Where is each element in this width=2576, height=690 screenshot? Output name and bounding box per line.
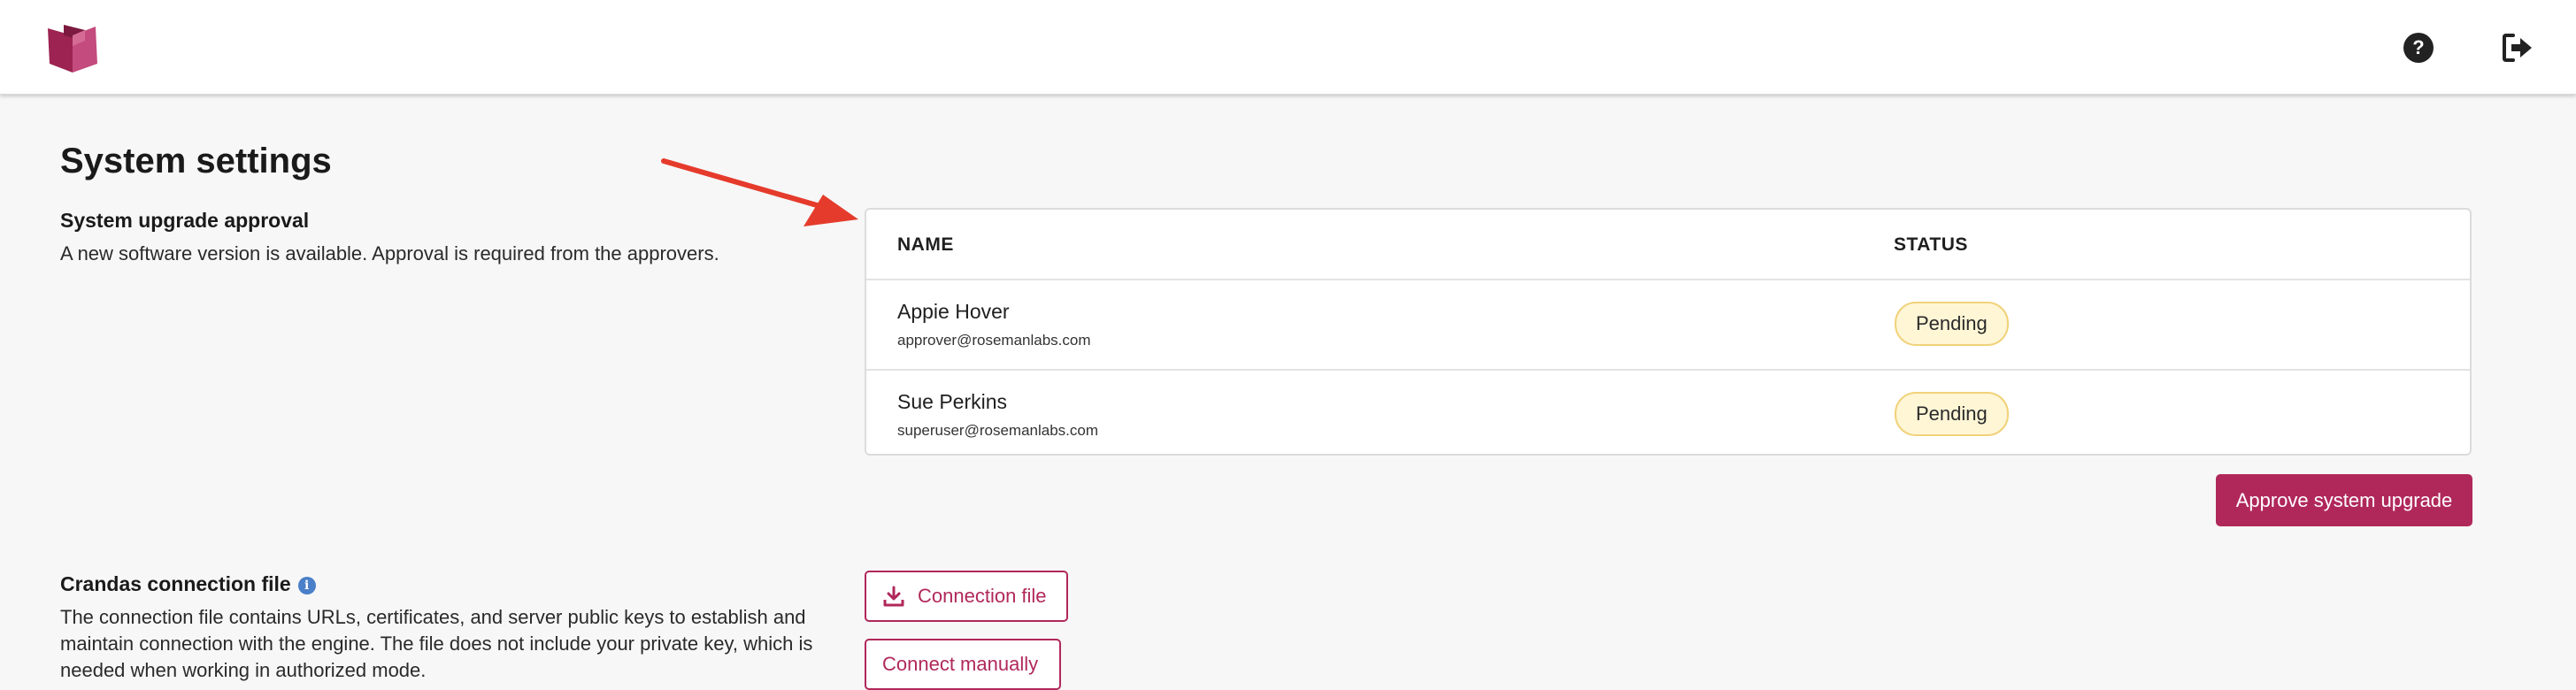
help-circle-icon[interactable]: ? (2401, 30, 2436, 65)
connection-section-title: Crandas connection file i (60, 572, 316, 596)
connection-file-button-label: Connection file (918, 585, 1047, 607)
upgrade-section-description: A new software version is available. App… (60, 242, 719, 264)
approvers-table: NAME STATUS Appie Hover approver@roseman… (865, 208, 2472, 456)
info-icon[interactable]: i (297, 577, 316, 594)
annotation-arrow-icon (661, 158, 858, 226)
status-badge: Pending (1895, 392, 2009, 436)
svg-text:?: ? (2412, 36, 2424, 58)
connection-description-line: The connection file contains URLs, certi… (60, 606, 806, 628)
connect-manually-button[interactable]: Connect manually (865, 639, 1061, 690)
connection-description-line: maintain connection with the engine. The… (60, 632, 813, 655)
connection-file-button[interactable]: Connection file (865, 571, 1068, 622)
logout-icon[interactable] (2500, 30, 2535, 65)
book-logo-icon[interactable] (46, 23, 99, 74)
download-icon (882, 585, 905, 608)
connection-section-description: The connection file contains URLs, certi… (60, 604, 812, 684)
status-badge: Pending (1895, 302, 2009, 346)
column-header-status: STATUS (1894, 234, 1968, 255)
connection-description-line: needed when working in authorized mode. (60, 659, 427, 681)
approver-name: Appie Hover (897, 300, 1010, 323)
table-row: Sue Perkins superuser@rosemanlabs.com Pe… (866, 369, 2470, 459)
connection-section-title-text: Crandas connection file (60, 572, 291, 595)
approve-upgrade-button[interactable]: Approve system upgrade (2216, 474, 2472, 526)
approver-email: superuser@rosemanlabs.com (897, 422, 1099, 439)
table-row: Appie Hover approver@rosemanlabs.com Pen… (866, 279, 2470, 369)
approver-email: approver@rosemanlabs.com (897, 332, 1091, 349)
column-header-name: NAME (897, 234, 954, 255)
page-title: System settings (60, 142, 332, 180)
top-bar: ? (0, 0, 2576, 95)
upgrade-section-title: System upgrade approval (60, 209, 310, 232)
approver-name: Sue Perkins (897, 390, 1008, 413)
